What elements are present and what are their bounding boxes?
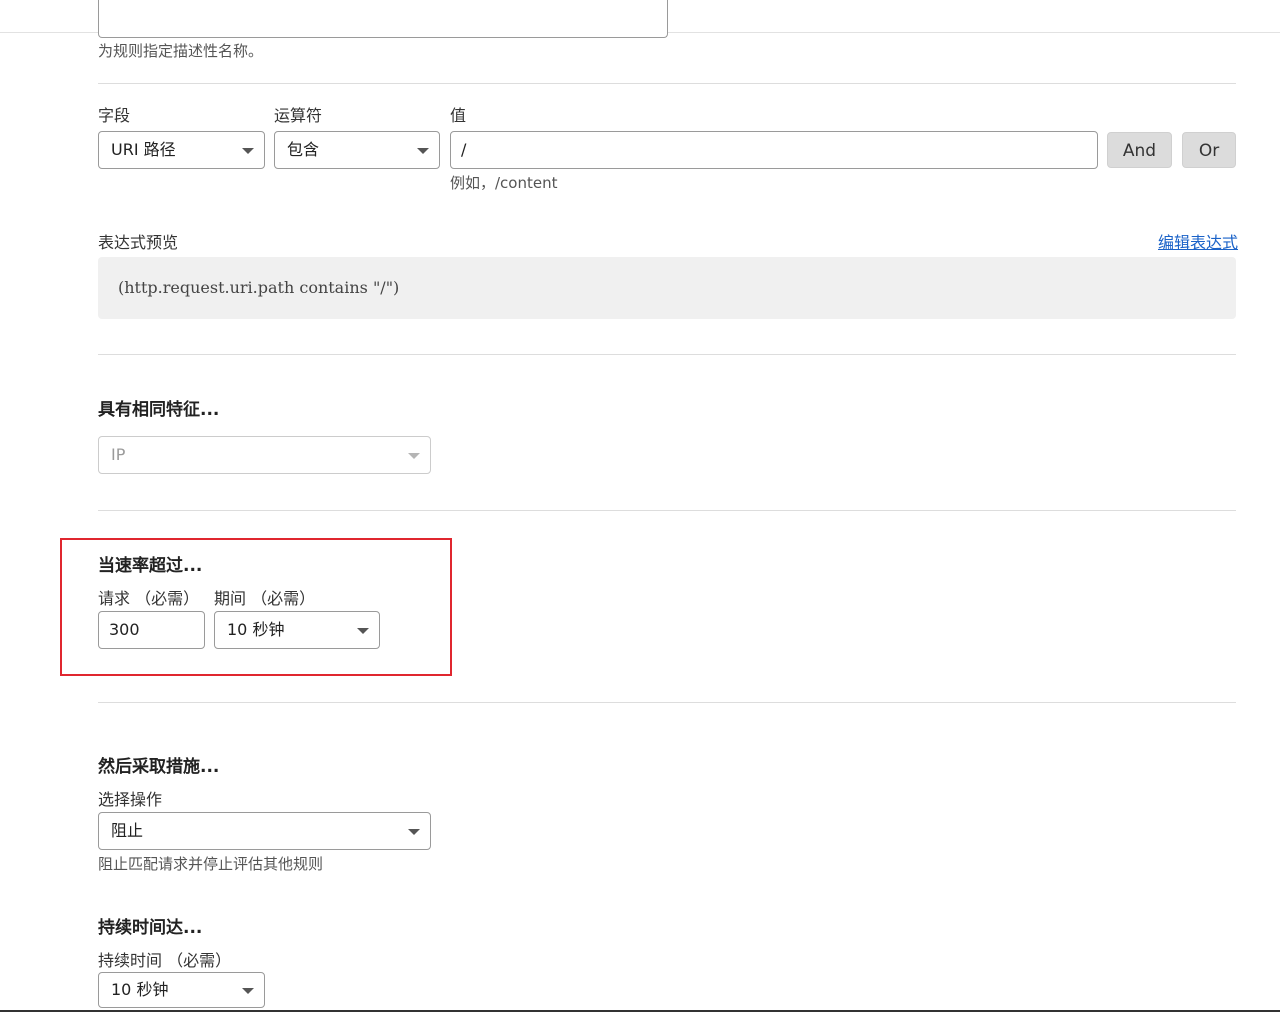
chevron-down-icon: [408, 829, 420, 835]
period-select-value: 10 秒钟: [227, 620, 285, 639]
edit-expression-link[interactable]: 编辑表达式: [1158, 229, 1238, 253]
value-hint: 例如，/content: [450, 174, 558, 192]
section-divider: [98, 510, 1236, 511]
duration-select[interactable]: 10 秒钟: [98, 972, 265, 1008]
characteristics-select: IP: [98, 436, 431, 474]
rate-heading: 当速率超过...: [98, 556, 203, 576]
field-select[interactable]: URI 路径: [98, 131, 265, 169]
bottom-edge: [0, 1010, 1280, 1012]
section-divider: [98, 702, 1236, 703]
chevron-down-icon: [408, 453, 420, 459]
operator-select[interactable]: 包含: [274, 131, 440, 169]
characteristics-heading: 具有相同特征...: [98, 400, 220, 420]
period-select[interactable]: 10 秒钟: [214, 611, 380, 649]
period-label: 期间 （必需）: [214, 589, 316, 608]
expression-preview-code: (http.request.uri.path contains "/"): [118, 278, 400, 297]
operator-label: 运算符: [274, 106, 323, 125]
rule-name-hint: 为规则指定描述性名称。: [98, 42, 264, 60]
action-select[interactable]: 阻止: [98, 812, 431, 850]
operator-select-value: 包含: [287, 140, 320, 159]
requests-input-text: 300: [109, 620, 140, 639]
or-button[interactable]: Or: [1182, 132, 1236, 168]
rule-name-input[interactable]: [98, 0, 668, 38]
field-select-value: URI 路径: [111, 140, 176, 159]
expression-preview-label: 表达式预览: [98, 233, 179, 252]
chevron-down-icon: [357, 628, 369, 634]
duration-heading: 持续时间达...: [98, 918, 203, 938]
action-hint: 阻止匹配请求并停止评估其他规则: [98, 855, 324, 873]
chevron-down-icon: [242, 988, 254, 994]
field-label: 字段: [98, 106, 131, 125]
action-heading: 然后采取措施...: [98, 757, 220, 777]
duration-select-value: 10 秒钟: [111, 980, 169, 999]
action-label: 选择操作: [98, 790, 163, 809]
chevron-down-icon: [242, 148, 254, 154]
requests-label: 请求 （必需）: [98, 589, 200, 608]
section-divider: [98, 83, 1236, 84]
value-label: 值: [450, 106, 467, 125]
action-select-value: 阻止: [111, 821, 144, 840]
requests-input[interactable]: 300: [98, 611, 205, 649]
value-input-text: /: [461, 140, 467, 159]
section-divider: [98, 354, 1236, 355]
value-input[interactable]: /: [450, 131, 1098, 169]
and-button[interactable]: And: [1107, 132, 1172, 168]
characteristics-select-value: IP: [111, 445, 126, 464]
chevron-down-icon: [417, 148, 429, 154]
duration-label: 持续时间 （必需）: [98, 951, 232, 970]
expression-preview-box: (http.request.uri.path contains "/"): [98, 257, 1236, 319]
